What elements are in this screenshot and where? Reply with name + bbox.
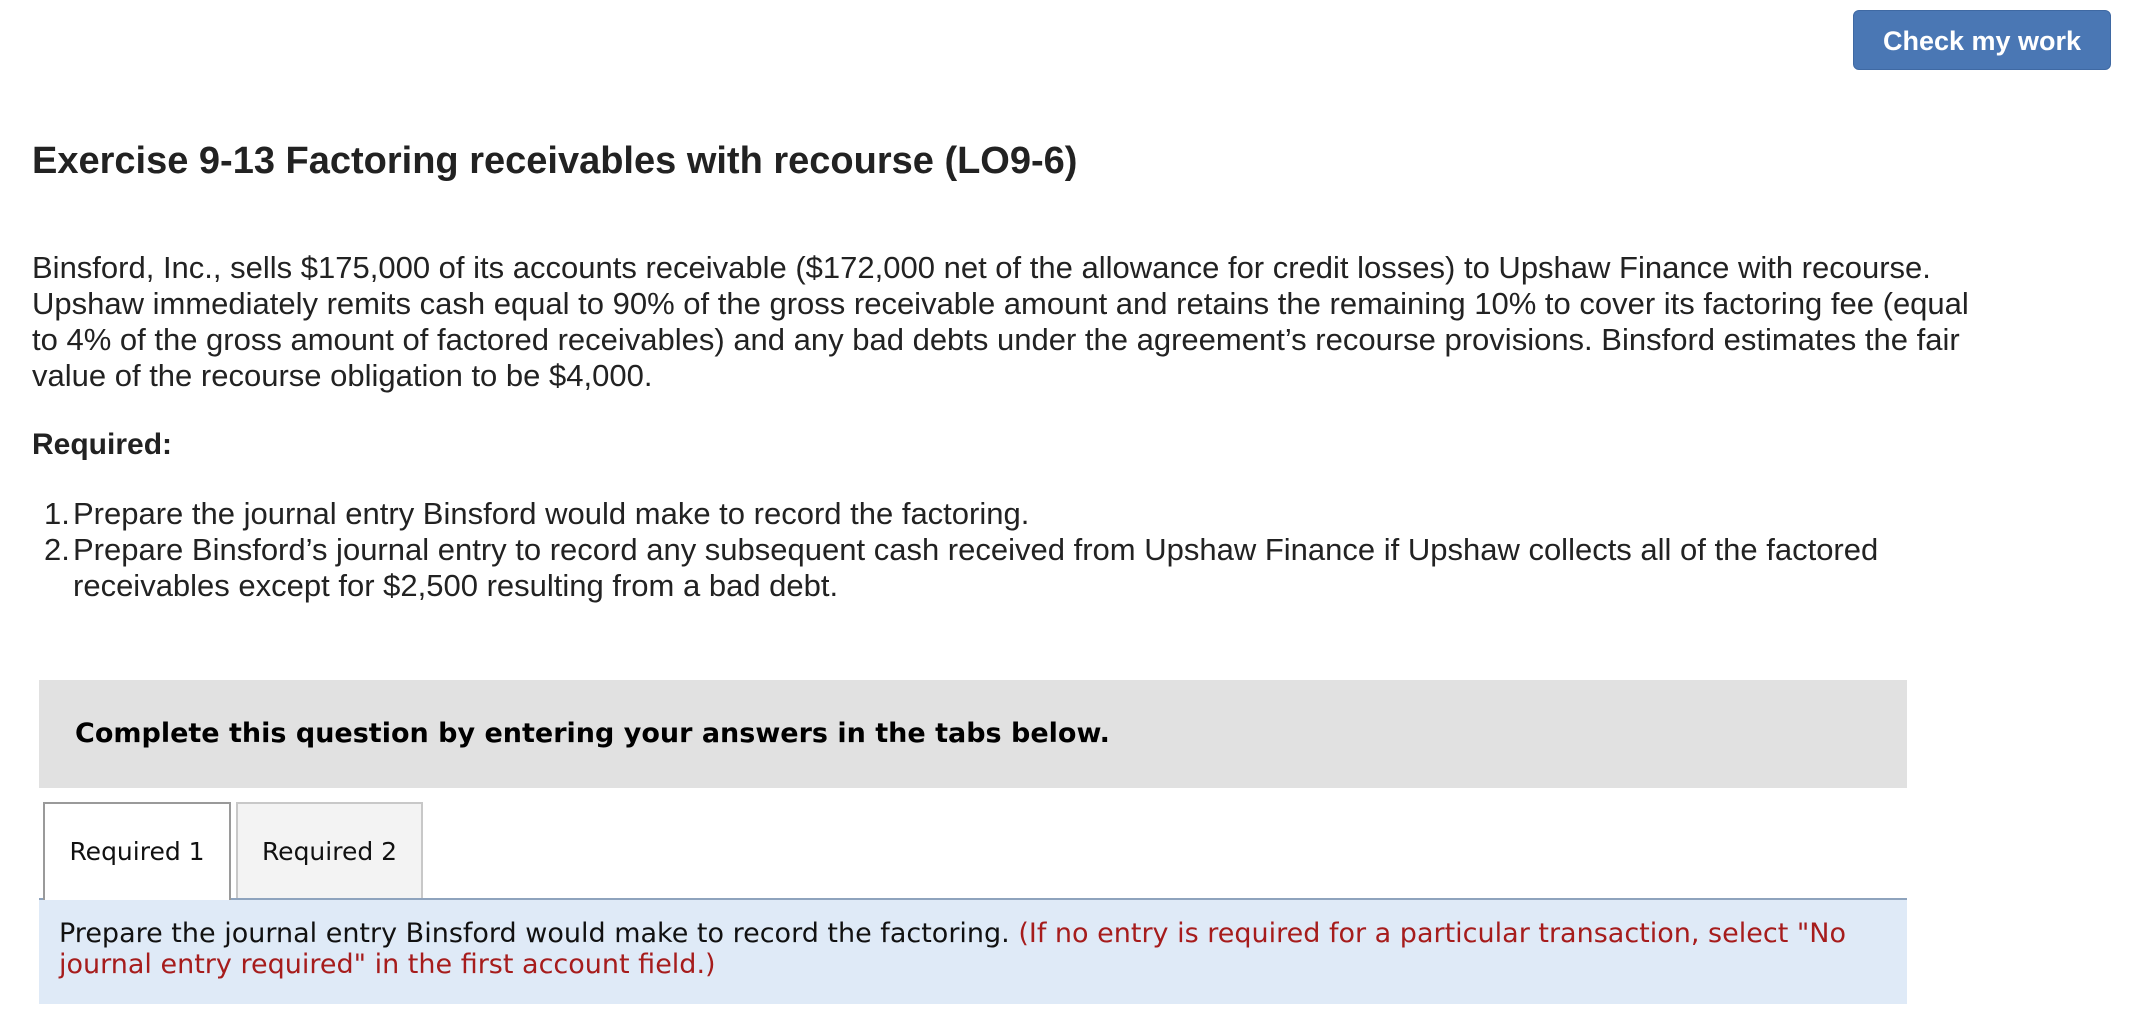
instruction-text: Complete this question by entering your … xyxy=(75,718,1110,749)
exercise-title: Exercise 9-13 Factoring receivables with… xyxy=(32,140,1078,182)
check-my-work-button[interactable]: Check my work xyxy=(1853,10,2111,70)
requirements-list: 1. Prepare the journal entry Binsford wo… xyxy=(32,496,1972,604)
tab-prompt-panel: Prepare the journal entry Binsford would… xyxy=(39,900,1907,1004)
tab-required-1[interactable]: Required 1 xyxy=(43,802,231,902)
answer-tabs: Required 1 Required 2 xyxy=(39,802,1907,902)
requirement-text: Prepare the journal entry Binsford would… xyxy=(73,496,1030,531)
instruction-banner: Complete this question by entering your … xyxy=(39,680,1907,788)
requirement-number: 2. xyxy=(44,532,70,567)
prompt-text: Prepare the journal entry Binsford would… xyxy=(59,918,1010,949)
tab-required-2[interactable]: Required 2 xyxy=(236,802,423,898)
problem-statement: Binsford, Inc., sells $175,000 of its ac… xyxy=(32,250,1969,393)
required-heading: Required: xyxy=(32,428,173,461)
requirement-item-1: 1. Prepare the journal entry Binsford wo… xyxy=(32,496,1972,532)
requirement-item-2: 2. Prepare Binsford’s journal entry to r… xyxy=(32,532,1972,604)
requirement-text: Prepare Binsford’s journal entry to reco… xyxy=(73,532,1879,603)
requirement-number: 1. xyxy=(44,496,70,531)
